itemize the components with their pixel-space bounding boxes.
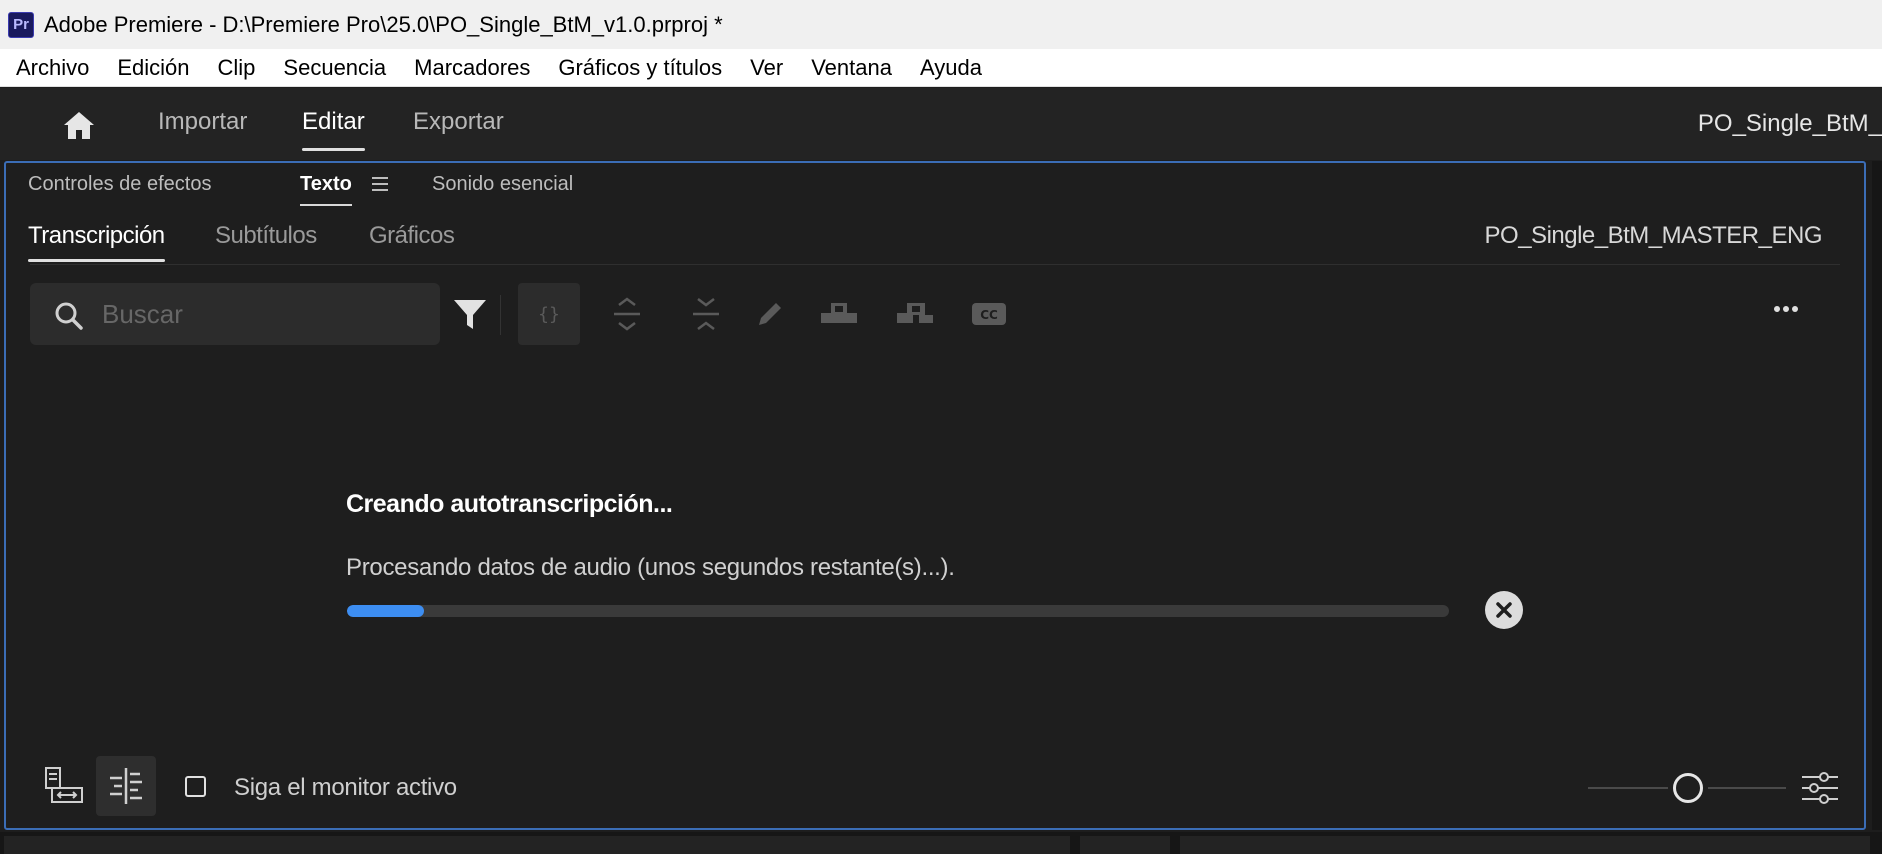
expand-icon (614, 297, 640, 331)
tab-editar[interactable]: Editar (302, 108, 365, 151)
transcription-progress-bar (347, 605, 1449, 617)
speaker-merge-icon (821, 303, 857, 323)
window-title: Adobe Premiere - D:\Premiere Pro\25.0\PO… (44, 11, 723, 37)
search-input[interactable] (102, 293, 422, 335)
menu-ventana[interactable]: Ventana (811, 55, 892, 81)
filter-icon (454, 300, 486, 329)
collapse-icon (693, 298, 719, 330)
home-button[interactable] (60, 108, 98, 142)
project-name: PO_Single_BtM_ (1697, 110, 1882, 137)
zoom-slider-track-left (1588, 787, 1668, 789)
sequence-name: PO_Single_BtM_MASTER_ENG (1484, 222, 1823, 249)
more-options-button[interactable] (1771, 306, 1798, 312)
menu-bar: Archivo Edición Clip Secuencia Marcadore… (0, 49, 1882, 87)
cancel-transcription-button[interactable] (1485, 591, 1523, 629)
premiere-app-icon: Pr (8, 11, 34, 38)
lower-panel-b (1080, 836, 1170, 854)
lower-panel-c (1180, 836, 1870, 854)
transcription-status-message: Procesando datos de audio (unos segundos… (346, 554, 955, 581)
timeline-sync-button[interactable] (96, 756, 156, 816)
svg-text:{}: {} (538, 304, 560, 325)
braces-icon: {} (538, 304, 560, 325)
menu-clip[interactable]: Clip (218, 55, 256, 81)
tab-controles-de-efectos[interactable]: Controles de efectos (28, 173, 211, 196)
tab-texto-label: Texto (300, 173, 352, 195)
tab-importar[interactable]: Importar (158, 108, 247, 148)
toolbar-separator (500, 295, 501, 335)
zoom-slider-handle[interactable] (1673, 773, 1703, 803)
captions-button[interactable]: CC (964, 283, 1014, 345)
home-icon (64, 112, 94, 139)
sync-view-button[interactable] (34, 756, 94, 816)
workspace-header: Importar Editar Exportar PO_Single_BtM_ (0, 88, 1882, 160)
speaker-split-icon (897, 303, 933, 323)
edit-button[interactable] (748, 283, 792, 345)
expand-button[interactable] (605, 283, 649, 345)
subtab-subtitulos[interactable]: Subtítulos (215, 222, 317, 250)
sequence-view-icon (45, 767, 83, 803)
tab-exportar[interactable]: Exportar (413, 108, 504, 148)
close-icon (1496, 602, 1512, 618)
pencil-icon (759, 303, 781, 325)
subtab-transcripcion-label: Transcripción (28, 222, 165, 249)
window-title-bar: Pr Adobe Premiere - D:\Premiere Pro\25.0… (0, 0, 1882, 49)
timeline-sync-icon (110, 768, 142, 804)
adjacent-panel-edge (1872, 161, 1882, 830)
follow-active-monitor-label: Siga el monitor activo (234, 774, 457, 801)
lower-panel-a (4, 836, 1070, 854)
search-icon (55, 302, 83, 330)
subtabs-divider (30, 264, 1840, 265)
tab-sonido-esencial[interactable]: Sonido esencial (432, 173, 573, 196)
text-panel: Controles de efectos Texto Sonido esenci… (4, 161, 1866, 830)
collapse-button[interactable] (684, 283, 728, 345)
search-box[interactable] (30, 283, 440, 345)
menu-ayuda[interactable]: Ayuda (920, 55, 982, 81)
subtab-transcripcion[interactable]: Transcripción (28, 222, 165, 262)
active-tab-underline (300, 204, 352, 206)
cc-icon: CC (972, 303, 1006, 325)
merge-speakers-button[interactable] (814, 283, 864, 345)
split-speakers-button[interactable] (890, 283, 940, 345)
lower-panels-edge (0, 832, 1882, 854)
menu-ver[interactable]: Ver (750, 55, 783, 81)
filter-button[interactable] (446, 283, 494, 345)
menu-edicion[interactable]: Edición (117, 55, 189, 81)
transcription-status-title: Creando autotranscripción... (346, 490, 673, 518)
zoom-slider-track-right (1708, 787, 1786, 789)
panel-menu-icon[interactable] (372, 177, 388, 191)
subtab-graficos[interactable]: Gráficos (369, 222, 455, 250)
tab-texto[interactable]: Texto (300, 173, 352, 206)
svg-text:CC: CC (980, 308, 998, 322)
braces-button[interactable]: {} (518, 283, 580, 345)
menu-archivo[interactable]: Archivo (16, 55, 89, 81)
follow-active-monitor-checkbox[interactable] (185, 776, 206, 797)
menu-secuencia[interactable]: Secuencia (283, 55, 386, 81)
active-subtab-underline (28, 259, 165, 262)
menu-graficos-y-titulos[interactable]: Gráficos y títulos (558, 55, 722, 81)
menu-marcadores[interactable]: Marcadores (414, 55, 530, 81)
transcription-progress-fill (347, 605, 425, 617)
display-settings-icon[interactable] (1800, 768, 1840, 808)
